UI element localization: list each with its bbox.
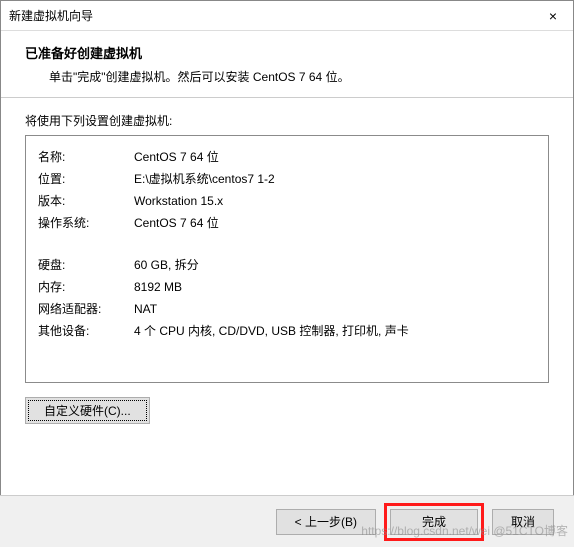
finish-highlight: 完成 (384, 503, 484, 541)
setting-key: 名称: (38, 146, 134, 168)
setting-value: 8192 MB (134, 276, 536, 298)
customize-hardware-button[interactable]: 自定义硬件(C)... (25, 397, 150, 424)
setting-key: 版本: (38, 190, 134, 212)
titlebar: 新建虚拟机向导 × (1, 1, 573, 31)
setting-key: 位置: (38, 168, 134, 190)
page-title: 已准备好创建虚拟机 (25, 43, 549, 62)
table-row: 位置: E:\虚拟机系统\centos7 1-2 (38, 168, 536, 190)
table-row: 版本: Workstation 15.x (38, 190, 536, 212)
page-subtitle: 单击"完成"创建虚拟机。然后可以安装 CentOS 7 64 位。 (49, 68, 549, 85)
setting-value: E:\虚拟机系统\centos7 1-2 (134, 168, 536, 190)
setting-key: 其他设备: (38, 320, 134, 342)
setting-value: CentOS 7 64 位 (134, 212, 536, 234)
table-row: 网络适配器: NAT (38, 298, 536, 320)
setting-value: Workstation 15.x (134, 190, 536, 212)
wizard-footer: < 上一步(B) 完成 取消 (0, 495, 574, 547)
setting-key: 操作系统: (38, 212, 134, 234)
table-row: 操作系统: CentOS 7 64 位 (38, 212, 536, 234)
setting-value: NAT (134, 298, 536, 320)
table-row: 其他设备: 4 个 CPU 内核, CD/DVD, USB 控制器, 打印机, … (38, 320, 536, 342)
wizard-header: 已准备好创建虚拟机 单击"完成"创建虚拟机。然后可以安装 CentOS 7 64… (1, 31, 573, 98)
close-button[interactable]: × (533, 1, 573, 31)
cancel-button[interactable]: 取消 (492, 509, 554, 535)
settings-intro-label: 将使用下列设置创建虚拟机: (25, 112, 549, 129)
table-row: 内存: 8192 MB (38, 276, 536, 298)
settings-summary-box: 名称: CentOS 7 64 位 位置: E:\虚拟机系统\centos7 1… (25, 135, 549, 383)
close-icon: × (549, 8, 557, 24)
row-gap (38, 234, 536, 254)
setting-key: 内存: (38, 276, 134, 298)
back-button[interactable]: < 上一步(B) (276, 509, 376, 535)
setting-value: 60 GB, 拆分 (134, 254, 536, 276)
finish-button[interactable]: 完成 (390, 509, 478, 535)
window-title: 新建虚拟机向导 (9, 7, 93, 24)
setting-key: 网络适配器: (38, 298, 134, 320)
wizard-content: 将使用下列设置创建虚拟机: 名称: CentOS 7 64 位 位置: E:\虚… (1, 98, 573, 424)
table-row: 硬盘: 60 GB, 拆分 (38, 254, 536, 276)
setting-value: CentOS 7 64 位 (134, 146, 536, 168)
setting-value: 4 个 CPU 内核, CD/DVD, USB 控制器, 打印机, 声卡 (134, 320, 536, 342)
customize-row: 自定义硬件(C)... (25, 397, 549, 424)
table-row: 名称: CentOS 7 64 位 (38, 146, 536, 168)
setting-key: 硬盘: (38, 254, 134, 276)
